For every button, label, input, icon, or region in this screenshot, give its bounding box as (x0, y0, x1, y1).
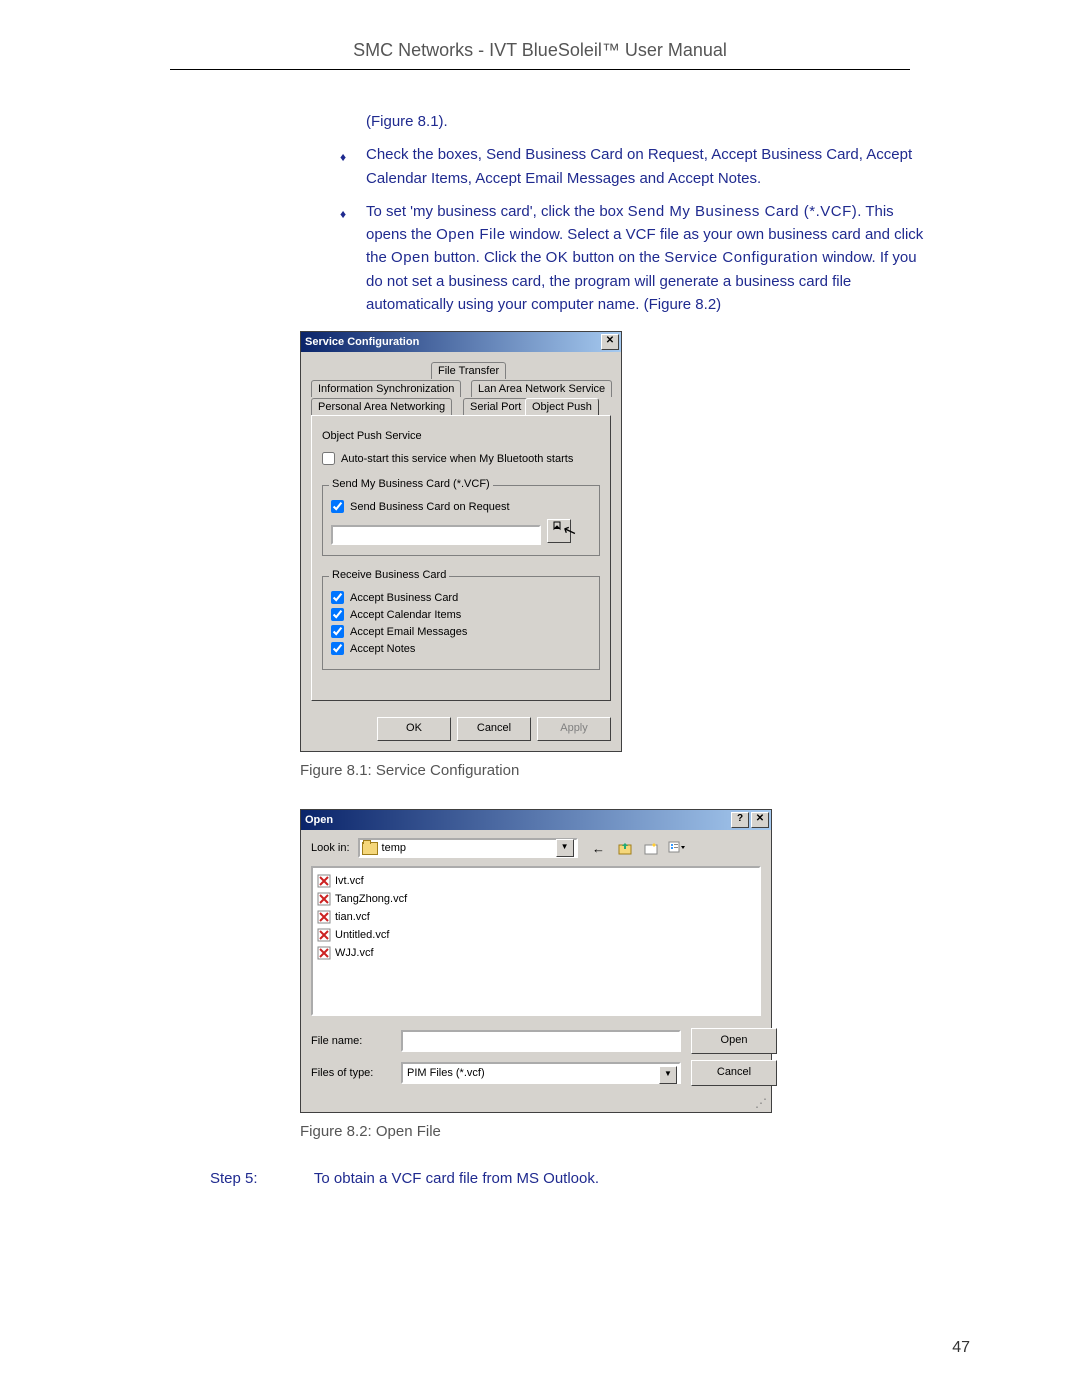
help-icon[interactable]: ? (731, 812, 749, 828)
bullet-text: To set 'my business card', click the box… (366, 203, 923, 313)
lookin-combo[interactable]: temp ▼ (358, 838, 578, 858)
step-label: Step 5: (210, 1170, 310, 1187)
tab-panel-object-push: Object Push Service Auto-start this serv… (311, 415, 611, 701)
send-on-request-label: Send Business Card on Request (350, 501, 510, 513)
tab-file-transfer[interactable]: File Transfer (431, 362, 506, 379)
dialog-title: Service Configuration (305, 336, 601, 348)
figure-caption-1: Figure 8.1: Service Configuration (300, 762, 970, 779)
figure-caption-2: Figure 8.2: Open File (300, 1123, 970, 1140)
autostart-checkbox[interactable] (322, 452, 335, 465)
page-header: SMC Networks - IVT BlueSoleil™ User Manu… (170, 40, 910, 70)
send-card-group: Send My Business Card (*.VCF) Send Busin… (322, 485, 600, 556)
vcf-file-icon (317, 928, 331, 942)
tab-lan[interactable]: Lan Area Network Service (471, 380, 612, 397)
file-item[interactable]: Ivt.vcf (317, 872, 755, 890)
open-toolbar: Look in: temp ▼ ← (301, 830, 771, 862)
tab-object-push[interactable]: Object Push (525, 398, 599, 415)
view-menu-icon[interactable] (668, 839, 686, 857)
vcf-file-icon (317, 946, 331, 960)
file-name: WJJ.vcf (335, 947, 374, 959)
file-list-pane[interactable]: Ivt.vcf TangZhong.vcf tian.vcf Untitled.… (311, 866, 761, 1016)
up-one-level-icon[interactable] (616, 839, 634, 857)
accept-card-checkbox[interactable] (331, 591, 344, 604)
vcf-file-icon (317, 874, 331, 888)
resize-grip-icon[interactable]: ⋰ (301, 1098, 771, 1112)
accept-card-label: Accept Business Card (350, 592, 458, 604)
panel-heading: Object Push Service (322, 430, 600, 442)
accept-notes-label: Accept Notes (350, 643, 415, 655)
file-name: Ivt.vcf (335, 875, 364, 887)
service-configuration-dialog: Service Configuration ✕ File Transfer In… (300, 331, 622, 752)
accept-email-label: Accept Email Messages (350, 626, 467, 638)
tab-pan[interactable]: Personal Area Networking (311, 398, 452, 415)
accept-notes-checkbox[interactable] (331, 642, 344, 655)
autostart-label: Auto-start this service when My Bluetoot… (341, 453, 573, 465)
page-number: 47 (952, 1339, 970, 1357)
close-icon[interactable]: ✕ (751, 812, 769, 828)
file-item[interactable]: Untitled.vcf (317, 926, 755, 944)
file-item[interactable]: TangZhong.vcf (317, 890, 755, 908)
send-on-request-checkbox[interactable] (331, 500, 344, 513)
vcf-file-icon (317, 892, 331, 906)
receive-card-legend: Receive Business Card (329, 569, 449, 581)
dialog-titlebar[interactable]: Open ? ✕ (301, 810, 771, 830)
new-folder-icon[interactable] (642, 839, 660, 857)
filename-label: File name: (311, 1035, 391, 1047)
file-name: tian.vcf (335, 911, 370, 923)
vcf-file-icon (317, 910, 331, 924)
accept-calendar-row[interactable]: Accept Calendar Items (331, 608, 591, 621)
autostart-checkbox-row[interactable]: Auto-start this service when My Bluetoot… (322, 452, 600, 465)
filetype-label: Files of type: (311, 1067, 391, 1079)
accept-calendar-checkbox[interactable] (331, 608, 344, 621)
file-item[interactable]: tian.vcf (317, 908, 755, 926)
tab-serial[interactable]: Serial Port (463, 398, 528, 415)
bullet-item: ♦ Check the boxes, Send Business Card on… (340, 143, 930, 190)
tab-info-sync[interactable]: Information Synchronization (311, 380, 461, 397)
chevron-down-icon[interactable]: ▼ (556, 839, 574, 857)
bullet-item: ♦ To set 'my business card', click the b… (340, 200, 930, 316)
dialog-title: Open (305, 814, 729, 826)
lookin-label: Look in: (311, 842, 350, 854)
close-icon[interactable]: ✕ (601, 334, 619, 350)
apply-button[interactable]: Apply (537, 717, 611, 741)
step-line: Step 5: To obtain a VCF card file from M… (210, 1170, 970, 1187)
accept-card-row[interactable]: Accept Business Card (331, 591, 591, 604)
receive-card-group: Receive Business Card Accept Business Ca… (322, 576, 600, 670)
cancel-button[interactable]: Cancel (457, 717, 531, 741)
back-icon[interactable]: ← (590, 839, 608, 857)
dialog-button-row: OK Cancel Apply (301, 709, 621, 751)
accept-calendar-label: Accept Calendar Items (350, 609, 461, 621)
bullet-diamond-icon: ♦ (340, 205, 346, 224)
vcf-path-input[interactable] (331, 525, 541, 545)
tab-strip: File Transfer Information Synchronizatio… (311, 362, 611, 398)
lookin-value: temp (382, 842, 406, 854)
step-text: To obtain a VCF card file from MS Outloo… (314, 1170, 599, 1187)
file-name: Untitled.vcf (335, 929, 389, 941)
chevron-down-icon[interactable]: ▼ (659, 1066, 677, 1084)
bullet-diamond-icon: ♦ (340, 148, 346, 167)
file-item[interactable]: WJJ.vcf (317, 944, 755, 962)
open-button[interactable]: Open (691, 1028, 777, 1054)
send-card-legend: Send My Business Card (*.VCF) (329, 478, 493, 490)
ok-button[interactable]: OK (377, 717, 451, 741)
dialog-titlebar[interactable]: Service Configuration ✕ (301, 332, 621, 352)
accept-email-row[interactable]: Accept Email Messages (331, 625, 591, 638)
cancel-button[interactable]: Cancel (691, 1060, 777, 1086)
file-name: TangZhong.vcf (335, 893, 407, 905)
send-on-request-row[interactable]: Send Business Card on Request (331, 500, 591, 513)
body-text-block: (Figure 8.1). ♦ Check the boxes, Send Bu… (340, 110, 930, 316)
folder-icon (362, 842, 378, 855)
filetype-value: PIM Files (*.vcf) (407, 1067, 485, 1079)
bullet-text: Check the boxes, Send Business Card on R… (366, 146, 912, 186)
open-file-dialog: Open ? ✕ Look in: temp ▼ ← (300, 809, 772, 1113)
filetype-select[interactable]: PIM Files (*.vcf) ▼ (401, 1062, 681, 1084)
filename-input[interactable] (401, 1030, 681, 1052)
figure-ref: (Figure 8.1). (366, 110, 930, 133)
accept-email-checkbox[interactable] (331, 625, 344, 638)
accept-notes-row[interactable]: Accept Notes (331, 642, 591, 655)
